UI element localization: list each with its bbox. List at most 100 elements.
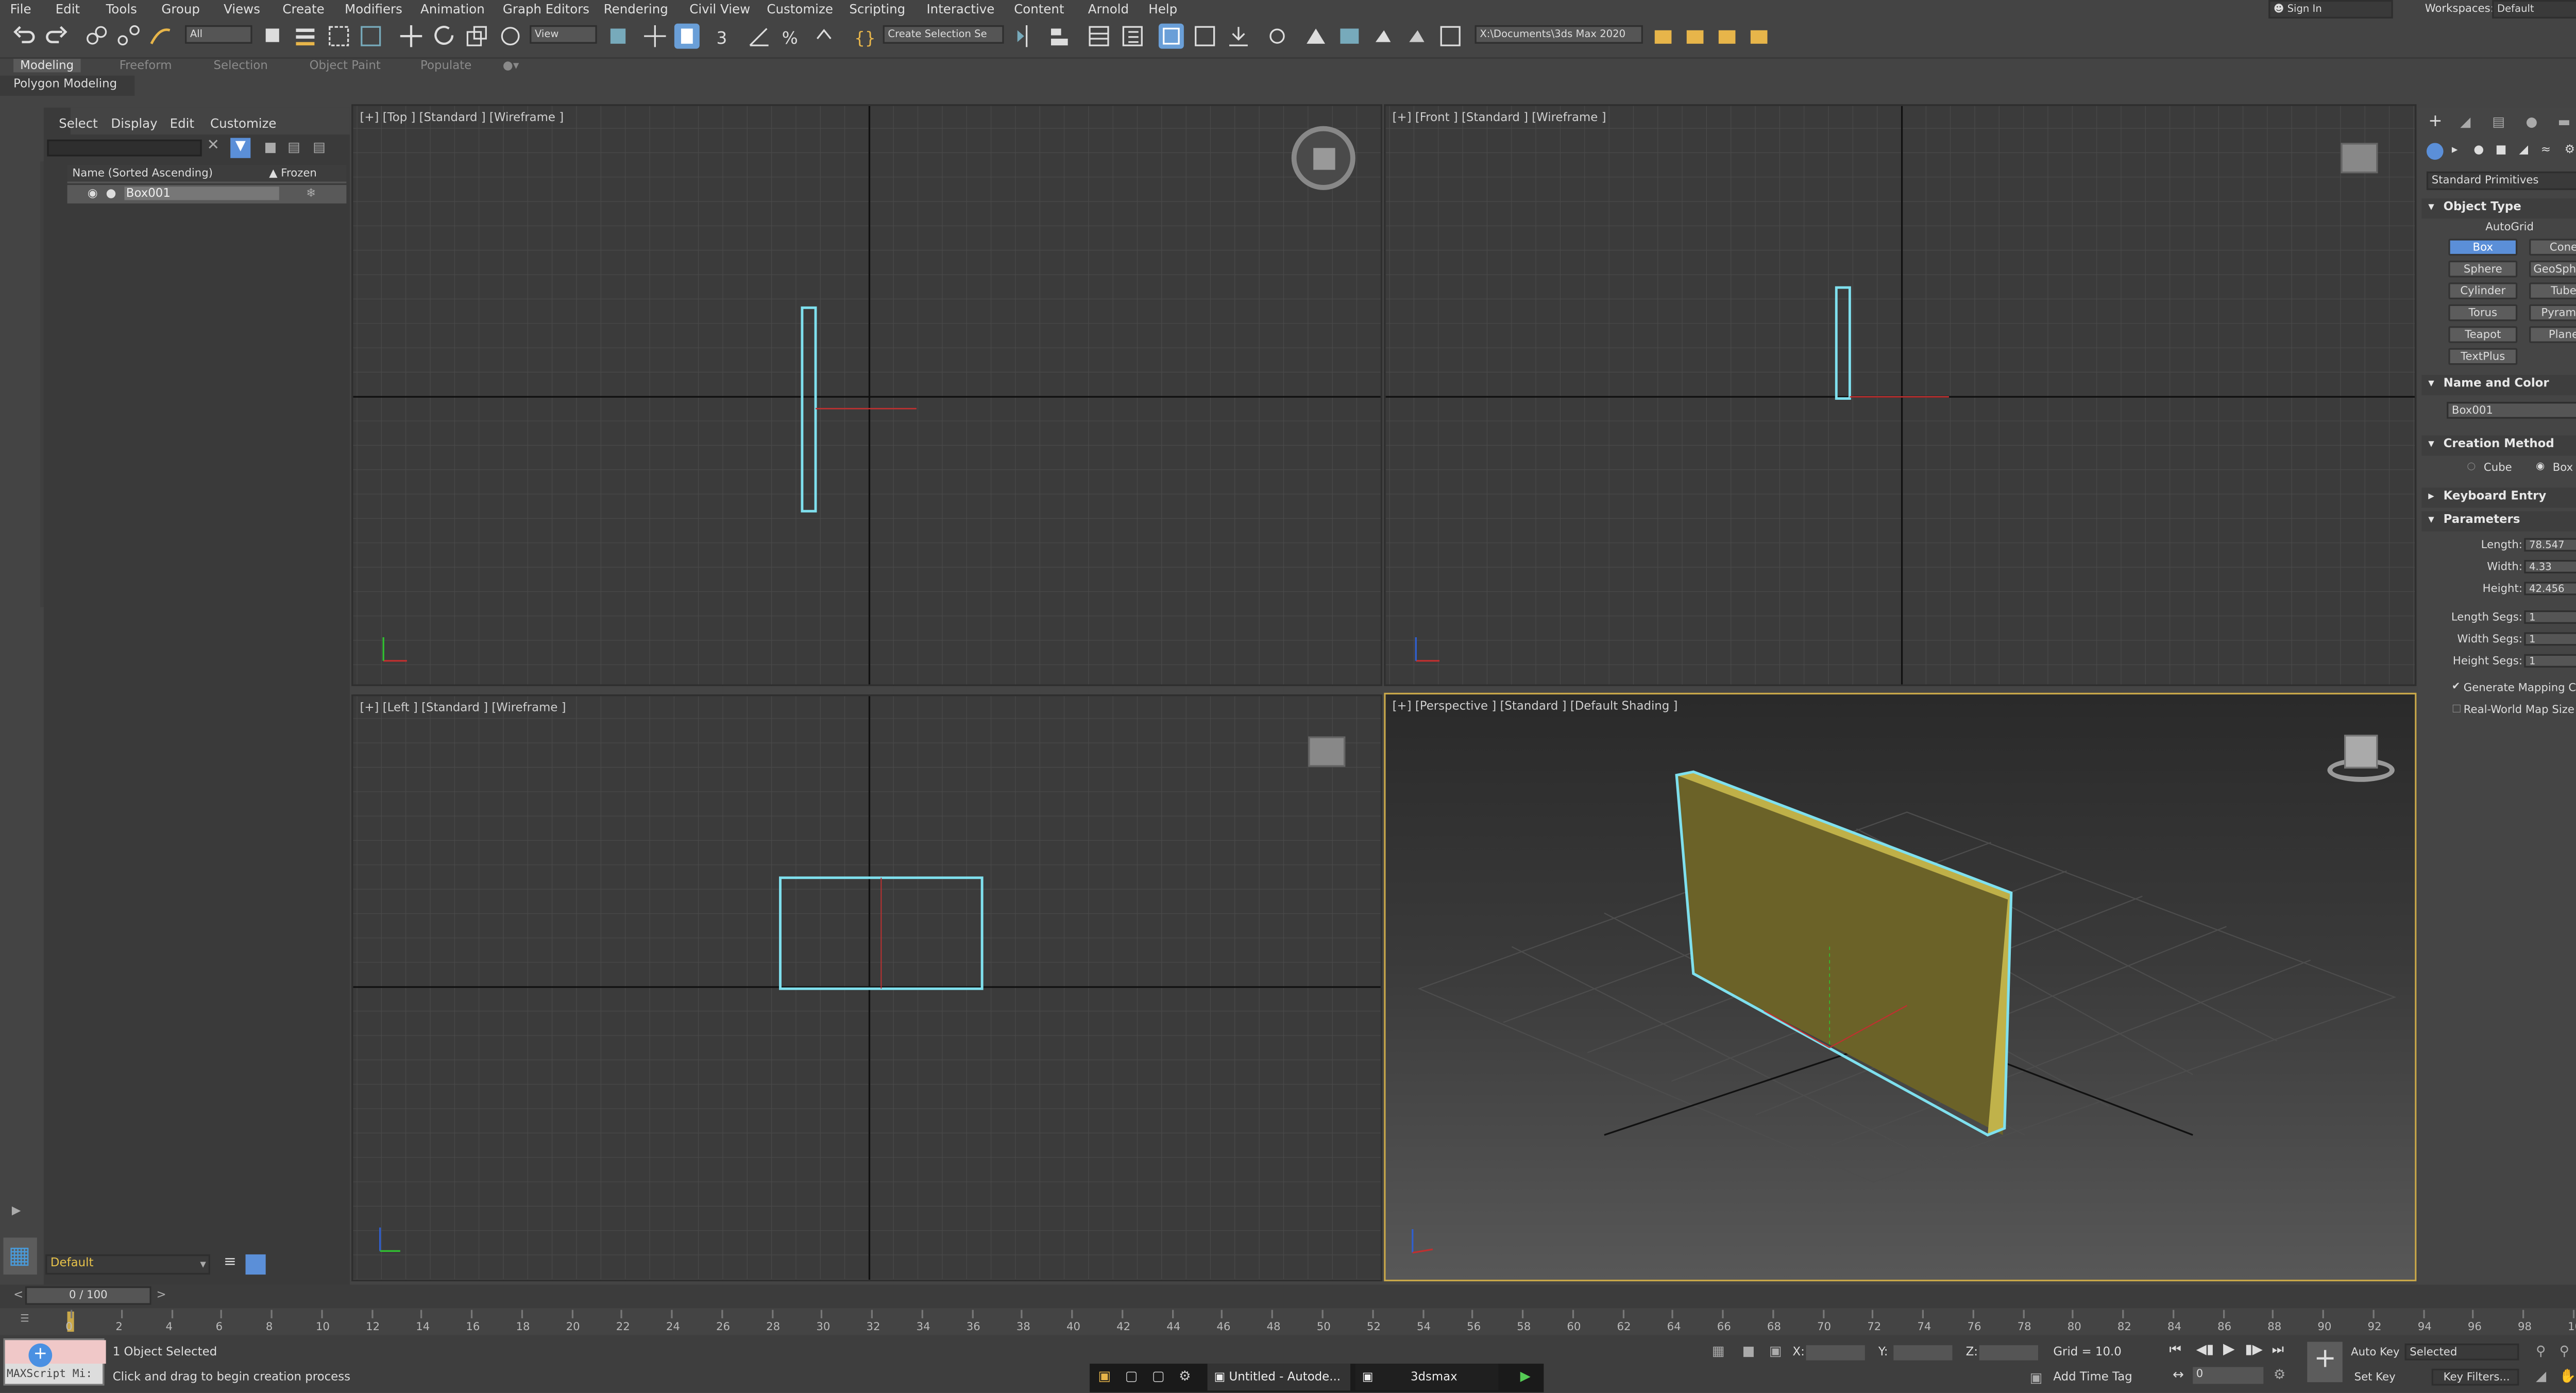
redo-icon[interactable]: [44, 24, 69, 49]
autogrid-checkbox[interactable]: AutoGrid: [2485, 220, 2534, 234]
cylinder-button[interactable]: Cylinder: [2448, 282, 2518, 299]
checkbox-checked-icon[interactable]: ✔: [2452, 681, 2460, 693]
transform-mode-icon[interactable]: ▣: [1769, 1344, 1782, 1358]
render-iterative-icon[interactable]: [1404, 24, 1429, 49]
ribbon-options-icon[interactable]: ●▾: [503, 59, 519, 72]
select-by-name-icon[interactable]: [293, 24, 318, 49]
add-time-tag[interactable]: Add Time Tag: [2053, 1370, 2132, 1384]
add-script-icon[interactable]: +: [28, 1343, 53, 1367]
plane-button[interactable]: Plane: [2529, 326, 2576, 343]
viewcube-box-icon[interactable]: [2344, 735, 2378, 769]
systems-category-icon[interactable]: ⚙: [2565, 143, 2575, 156]
viewport-left[interactable]: [+] [Left ] [Standard ] [Wireframe ]: [351, 694, 1383, 1282]
unlink-icon[interactable]: [116, 24, 141, 49]
menu-rendering[interactable]: Rendering: [604, 2, 668, 16]
menu-civil-view[interactable]: Civil View: [689, 2, 750, 16]
file-explorer-icon[interactable]: ▣: [1098, 1369, 1111, 1384]
maxscript-listener[interactable]: + MAXScript Mi:: [3, 1338, 106, 1386]
workspace-dropdown[interactable]: Default: [2492, 0, 2576, 19]
play-icon[interactable]: ▶: [2223, 1342, 2235, 1359]
schematic-view-icon[interactable]: [1226, 24, 1251, 49]
set-key-button[interactable]: Set Key: [2354, 1370, 2396, 1384]
filter-active-icon[interactable]: ▼: [230, 138, 251, 158]
menu-create[interactable]: Create: [282, 2, 324, 16]
expand-arrow-icon[interactable]: ▶: [12, 1204, 21, 1217]
taskbar-app-icon[interactable]: ▢: [1125, 1369, 1138, 1384]
maxscript-top[interactable]: [5, 1340, 106, 1364]
menu-modifiers[interactable]: Modifiers: [345, 2, 402, 16]
toggle-ribbon-icon[interactable]: [1158, 23, 1184, 49]
next-frame-icon[interactable]: >: [157, 1288, 166, 1301]
link-icon[interactable]: [84, 24, 109, 49]
key-mode-icon[interactable]: ↔: [2173, 1367, 2184, 1382]
tab-object-paint[interactable]: Object Paint: [310, 59, 381, 72]
current-frame-input[interactable]: 0: [2193, 1367, 2264, 1384]
menu-arnold[interactable]: Arnold: [1088, 2, 1129, 16]
key-filters-button[interactable]: Key Filters...: [2431, 1368, 2519, 1386]
scene-search-input[interactable]: [47, 139, 202, 157]
window-crossing-icon[interactable]: [358, 24, 383, 49]
menu-graph-editors[interactable]: Graph Editors: [503, 2, 589, 16]
shapes-category-icon[interactable]: ▸: [2452, 143, 2458, 156]
hierarchy-tab-icon[interactable]: ▤: [2492, 114, 2505, 129]
zoom-icon[interactable]: ⚲: [2536, 1344, 2546, 1358]
height-segs-spinner[interactable]: 1: [2524, 654, 2576, 668]
radio-box-label[interactable]: Box: [2553, 461, 2573, 474]
viewcube-left[interactable]: [1308, 736, 1346, 767]
render-production-icon[interactable]: [1370, 24, 1396, 49]
selection-lock-icon[interactable]: ■: [1742, 1344, 1755, 1358]
tab-freeform[interactable]: Freeform: [120, 59, 172, 72]
tab-populate[interactable]: Populate: [420, 59, 471, 72]
object-name-input[interactable]: Box001: [2447, 402, 2576, 419]
viewcube-perspective[interactable]: [2327, 732, 2395, 785]
box-button[interactable]: Box: [2448, 239, 2518, 256]
radio-cube-label[interactable]: Cube: [2484, 461, 2512, 474]
key-selection-dropdown[interactable]: Selected: [2404, 1343, 2519, 1361]
viewport-front-label[interactable]: [+] [Front ] [Standard ] [Wireframe ]: [1393, 111, 1606, 124]
geosphere-button[interactable]: GeoSphere: [2529, 260, 2576, 278]
mirror-icon[interactable]: [1014, 24, 1039, 49]
menu-edit[interactable]: Edit: [56, 2, 80, 16]
track-bar[interactable]: [0, 1308, 2576, 1335]
textplus-button[interactable]: TextPlus: [2448, 348, 2518, 365]
curve-editor-icon[interactable]: [1192, 24, 1217, 49]
menu-views[interactable]: Views: [224, 2, 260, 16]
z-coord-input[interactable]: [1979, 1345, 2038, 1361]
save-folder-icon[interactable]: [1715, 24, 1740, 49]
cone-button[interactable]: Cone: [2529, 239, 2576, 256]
scene-menu-customize[interactable]: Customize: [210, 116, 277, 131]
width-spinner[interactable]: 4.33: [2524, 559, 2576, 574]
move-icon[interactable]: [399, 24, 424, 49]
spacewarps-category-icon[interactable]: ≈: [2541, 143, 2551, 156]
ribbon-polygon-modeling[interactable]: Polygon Modeling: [0, 75, 135, 96]
toggle-layer-explorer-icon[interactable]: [1120, 24, 1145, 49]
viewcube-face-icon[interactable]: [1313, 148, 1335, 170]
rendered-frame-window-icon[interactable]: [1337, 24, 1362, 49]
radio-box-icon[interactable]: ◉: [2536, 461, 2545, 472]
lock-icon[interactable]: ■: [264, 140, 277, 155]
percent-snap-icon[interactable]: %: [778, 24, 804, 49]
height-spinner[interactable]: 42.456: [2524, 582, 2576, 596]
motion-tab-icon[interactable]: ●: [2526, 114, 2538, 129]
time-slider-track[interactable]: [0, 1284, 2576, 1309]
display-tab-icon[interactable]: ▬: [2558, 114, 2571, 129]
render-setup-icon[interactable]: [1303, 24, 1329, 49]
scene-explorer-toggle-icon[interactable]: [245, 1254, 266, 1275]
time-config-icon[interactable]: ⚙: [2274, 1367, 2285, 1382]
clear-search-icon[interactable]: ✕: [207, 138, 219, 155]
scene-item-name[interactable]: Box001: [124, 186, 279, 200]
taskbar-3dsmax[interactable]: ▣ 3dsmax: [1355, 1364, 1499, 1391]
y-coord-input[interactable]: [1893, 1345, 1953, 1361]
lights-category-icon[interactable]: ●: [2473, 143, 2484, 156]
undo-icon[interactable]: [12, 24, 37, 49]
tab-selection[interactable]: Selection: [214, 59, 268, 72]
scene-menu-edit[interactable]: Edit: [170, 116, 194, 131]
pivot-center-icon[interactable]: [605, 24, 631, 49]
taskbar-untitled-autodesk[interactable]: ▣ Untitled - Autode...: [1207, 1364, 1350, 1391]
column-frozen[interactable]: ▲ Frozen: [269, 166, 317, 180]
maxscript-input[interactable]: MAXScript Mi:: [7, 1367, 92, 1381]
goto-end-icon[interactable]: ⏭: [2272, 1342, 2284, 1359]
prev-key-icon[interactable]: ◀▮: [2196, 1342, 2214, 1357]
toggle-scene-explorer-icon[interactable]: [1087, 24, 1112, 49]
viewport-top-label[interactable]: [+] [Top ] [Standard ] [Wireframe ]: [360, 111, 564, 124]
